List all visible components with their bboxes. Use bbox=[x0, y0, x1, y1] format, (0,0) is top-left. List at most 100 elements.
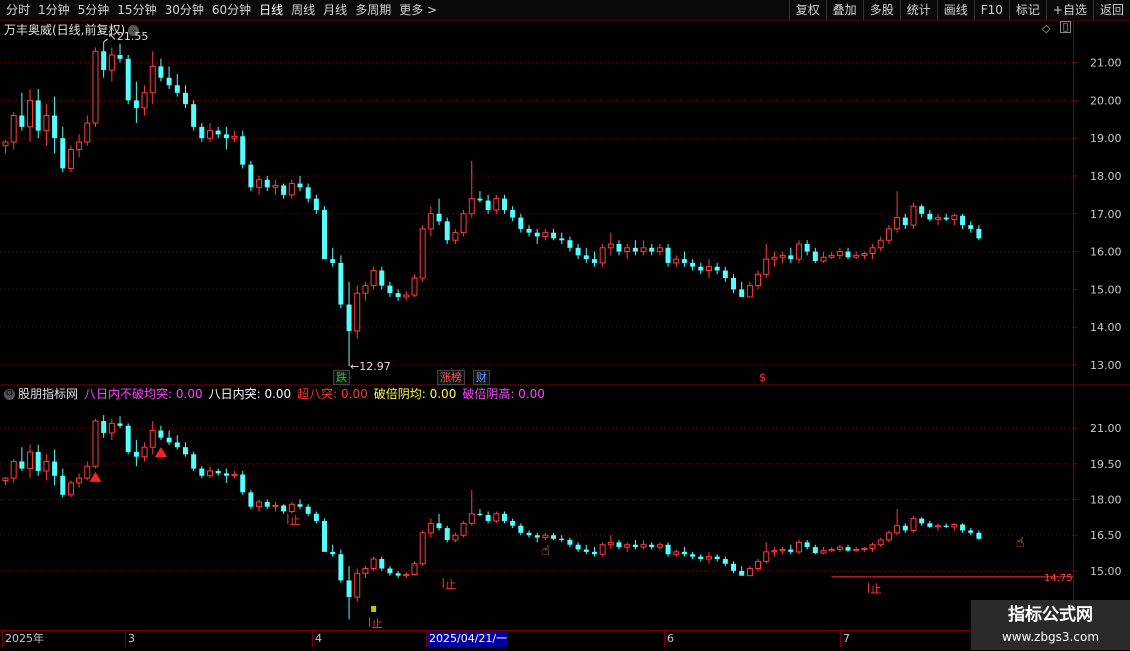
ind-candle-28[interactable] bbox=[231, 474, 238, 477]
main-candle-99[interactable] bbox=[812, 251, 818, 262]
ind-candle-103[interactable] bbox=[845, 547, 851, 551]
main-candle-77[interactable] bbox=[632, 247, 638, 252]
main-candle-61[interactable] bbox=[501, 198, 507, 211]
main-candle-18[interactable] bbox=[149, 65, 156, 94]
ind-candle-65[interactable] bbox=[534, 535, 540, 538]
event-tag-2[interactable]: 财 bbox=[473, 370, 490, 385]
main-candle-2[interactable] bbox=[19, 115, 25, 127]
ind-candle-42[interactable] bbox=[346, 580, 352, 598]
ind-candle-26[interactable] bbox=[215, 470, 221, 474]
ind-candle-107[interactable] bbox=[877, 539, 884, 546]
ind-candle-74[interactable] bbox=[607, 541, 614, 546]
ind-candle-113[interactable] bbox=[927, 523, 933, 527]
ind-candle-27[interactable] bbox=[223, 473, 229, 476]
main-candle-101[interactable] bbox=[828, 254, 835, 258]
ind-candle-67[interactable] bbox=[551, 535, 557, 539]
ind-candle-32[interactable] bbox=[264, 501, 270, 507]
ind-candle-60[interactable] bbox=[493, 513, 500, 522]
main-candle-70[interactable] bbox=[575, 247, 581, 256]
ind-candle-24[interactable] bbox=[199, 468, 205, 476]
main-candle-26[interactable] bbox=[215, 130, 221, 135]
main-candle-97[interactable] bbox=[795, 243, 802, 260]
ind-candle-97[interactable] bbox=[795, 541, 802, 553]
main-candle-46[interactable] bbox=[379, 270, 385, 286]
main-candle-36[interactable] bbox=[297, 183, 303, 188]
ind-candle-11[interactable] bbox=[92, 420, 99, 467]
main-candle-8[interactable] bbox=[67, 149, 74, 169]
ind-candle-63[interactable] bbox=[518, 525, 524, 533]
main-candle-95[interactable] bbox=[779, 254, 786, 258]
main-candle-53[interactable] bbox=[436, 213, 442, 222]
ind-candle-93[interactable] bbox=[763, 551, 770, 562]
main-candle-37[interactable] bbox=[305, 187, 311, 199]
main-candle-112[interactable] bbox=[919, 206, 925, 214]
ind-candle-61[interactable] bbox=[501, 513, 507, 521]
ind-candle-50[interactable] bbox=[411, 563, 418, 575]
ind-candle-95[interactable] bbox=[779, 548, 786, 552]
main-candle-81[interactable] bbox=[665, 247, 671, 263]
main-candle-82[interactable] bbox=[673, 258, 680, 264]
ind-candle-8[interactable] bbox=[67, 482, 74, 496]
ind-candle-46[interactable] bbox=[379, 559, 385, 569]
ind-candle-10[interactable] bbox=[84, 465, 91, 479]
ind-candle-64[interactable] bbox=[526, 532, 532, 536]
main-candle-44[interactable] bbox=[362, 285, 369, 294]
ind-candle-12[interactable] bbox=[101, 421, 107, 433]
main-candle-15[interactable] bbox=[125, 58, 131, 101]
ind-candle-117[interactable] bbox=[960, 524, 966, 531]
main-candle-73[interactable] bbox=[599, 247, 606, 264]
main-candle-92[interactable] bbox=[755, 273, 762, 287]
ind-candle-45[interactable] bbox=[370, 558, 377, 570]
main-candle-63[interactable] bbox=[518, 217, 524, 229]
ind-candle-88[interactable] bbox=[722, 559, 728, 564]
main-candle-87[interactable] bbox=[714, 266, 720, 271]
main-candle-9[interactable] bbox=[76, 141, 83, 151]
main-candle-25[interactable] bbox=[207, 130, 213, 139]
main-candle-105[interactable] bbox=[861, 252, 868, 256]
ind-candle-51[interactable] bbox=[419, 532, 426, 565]
main-candle-40[interactable] bbox=[330, 259, 336, 263]
ind-candle-39[interactable] bbox=[322, 520, 328, 552]
main-candle-117[interactable] bbox=[960, 215, 966, 226]
ind-candle-49[interactable] bbox=[403, 573, 410, 577]
main-candle-21[interactable] bbox=[174, 85, 180, 93]
ind-candle-86[interactable] bbox=[705, 556, 712, 560]
main-candle-24[interactable] bbox=[199, 126, 205, 139]
main-candle-49[interactable] bbox=[403, 294, 410, 298]
main-candle-65[interactable] bbox=[534, 232, 540, 237]
date-label-2[interactable]: 4 bbox=[312, 631, 322, 647]
ind-candle-72[interactable] bbox=[591, 551, 597, 555]
ind-candle-36[interactable] bbox=[297, 504, 303, 507]
ind-candle-79[interactable] bbox=[649, 544, 655, 548]
main-candle-45[interactable] bbox=[370, 269, 377, 287]
main-candle-30[interactable] bbox=[248, 164, 254, 188]
ind-candle-68[interactable] bbox=[559, 538, 565, 540]
main-candle-100[interactable] bbox=[820, 256, 827, 262]
main-candle-10[interactable] bbox=[84, 122, 91, 143]
main-candle-6[interactable] bbox=[52, 115, 58, 139]
main-candle-118[interactable] bbox=[968, 225, 974, 229]
main-candle-119[interactable] bbox=[976, 228, 982, 239]
ind-candle-81[interactable] bbox=[665, 544, 671, 555]
ind-candle-44[interactable] bbox=[362, 568, 369, 574]
ind-candle-33[interactable] bbox=[272, 504, 279, 508]
main-candle-5[interactable] bbox=[43, 115, 50, 132]
ind-candle-43[interactable] bbox=[354, 572, 361, 598]
date-label-3[interactable]: 2025/04/21/一 bbox=[426, 631, 508, 647]
ind-candle-104[interactable] bbox=[853, 548, 860, 552]
ind-candle-14[interactable] bbox=[117, 423, 123, 426]
date-label-5[interactable]: 7 bbox=[840, 631, 850, 647]
ind-candle-114[interactable] bbox=[935, 525, 942, 528]
ind-candle-116[interactable] bbox=[951, 524, 958, 528]
ind-candle-78[interactable] bbox=[640, 544, 647, 548]
ind-candle-100[interactable] bbox=[820, 550, 827, 554]
main-candle-66[interactable] bbox=[542, 232, 549, 237]
ind-candle-38[interactable] bbox=[313, 513, 319, 521]
main-candle-84[interactable] bbox=[690, 262, 696, 267]
main-candle-31[interactable] bbox=[256, 179, 263, 188]
ind-candle-40[interactable] bbox=[330, 551, 336, 555]
main-candle-74[interactable] bbox=[607, 243, 614, 249]
main-candle-35[interactable] bbox=[288, 183, 295, 196]
ind-candle-115[interactable] bbox=[943, 525, 949, 527]
main-candle-22[interactable] bbox=[182, 92, 188, 105]
